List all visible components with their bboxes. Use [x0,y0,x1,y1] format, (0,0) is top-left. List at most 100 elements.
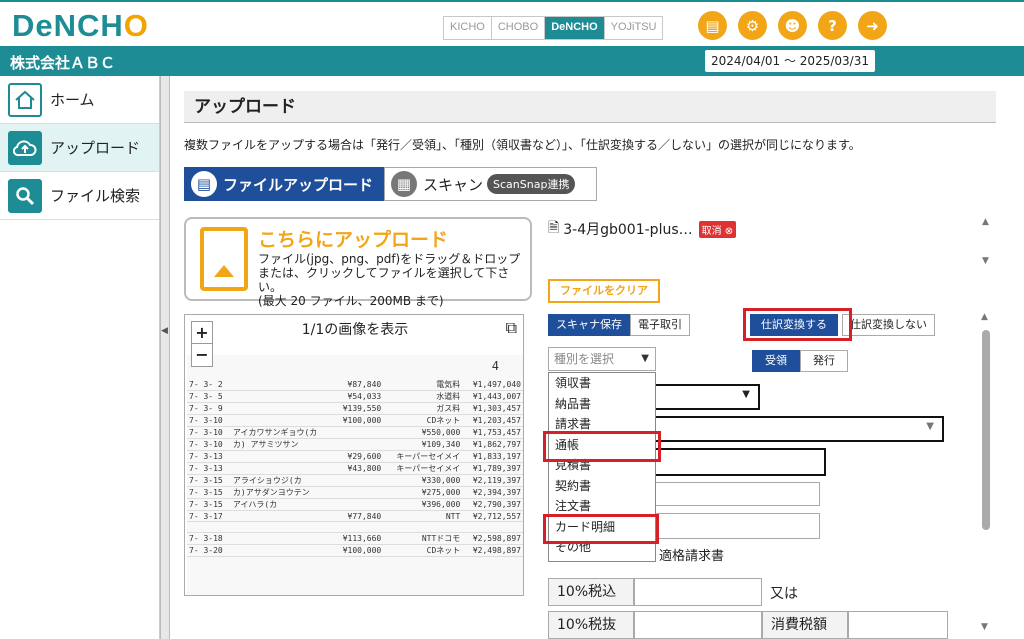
logout-icon[interactable]: ➜ [858,11,887,40]
upload-file-icon [200,227,248,291]
user-settings-icon[interactable]: ☻ [778,11,807,40]
tax-amount-input[interactable] [848,611,948,639]
image-viewer: 1/1の画像を表示 ⧉ 4 7- 3- 2 ¥87,840 電気料 ¥1,497,04… [184,314,524,596]
scan-row: 7- 3-17 ¥77,840 NTT ¥2,712,557 [187,510,523,522]
page-mark: 4 [491,359,499,373]
scan-cell: ¥1,443,007 [462,390,523,403]
type-option[interactable]: 領収書 [549,373,655,394]
page-title: アップロード [184,91,996,123]
dencho-logo[interactable]: DeNCHO [12,8,149,44]
company-name: 株式会社ＡＢＣ [10,54,116,72]
text-field-4[interactable] [654,482,820,506]
scan-cell [383,521,463,533]
gear-icon[interactable]: ⚙ [738,11,767,40]
scan-cell [230,532,334,545]
text-field-3[interactable] [654,448,826,476]
scan-cell [333,498,384,511]
type-option[interactable]: 契約書 [549,476,655,497]
tax-excl-10-input[interactable] [634,611,762,639]
highlight-convert [743,308,852,341]
scan-cell: ¥1,862,797 [462,438,523,451]
scan-cell: ¥54,033 [333,390,384,403]
scroll-down-icon[interactable]: ▼ [981,622,988,632]
scan-cell: キーパーセイメイ [383,450,463,463]
dropdown-field-2[interactable]: ▼ [654,416,944,442]
scan-cell: ¥1,789,397 [462,462,523,475]
dropzone-line: ファイル(jpg、png、pdf)をドラッグ＆ドロップ [258,252,521,266]
top-header: DeNCHO KICHO CHOBO DeNCHO YOJiTSU ▤ ⚙ ☻ … [0,0,1024,46]
scan-cell: ¥2,394,397 [462,486,523,499]
scan-row: 7- 3- 9 ¥139,550 ガス料 ¥1,303,457 [187,402,523,415]
sidebar-item-home[interactable]: ホーム [0,76,159,124]
search-icon [8,178,42,213]
dropzone-title: こちらにアップロード [258,229,449,251]
product-chobo[interactable]: CHOBO [491,17,546,39]
zoom-controls: + − [191,321,213,367]
scan-row: 7- 3-10 ¥100,000 CDネット ¥1,203,457 [187,414,523,427]
document-icon[interactable]: ▤ [698,11,727,40]
dropdown-field-1[interactable]: ▼ [654,384,760,410]
scan-cell: ¥29,600 [333,450,384,463]
ecommerce-button[interactable]: 電子取引 [630,314,690,336]
clear-files-button[interactable]: ファイルをクリア [548,279,660,303]
scan-cell: カ) アサミツサン [230,438,334,451]
home-icon [8,82,42,117]
scan-cell: 7- 3-10 [187,426,231,439]
zoom-in-button[interactable]: + [192,322,212,344]
text-field-5[interactable] [654,513,820,539]
scan-cell [187,521,231,533]
scan-cell: ¥113,660 [333,532,384,545]
scan-cell: 7- 3-10 [187,438,231,451]
scan-cell: 7- 3-17 [187,510,231,522]
scroll-up-icon[interactable]: ▲ [981,312,988,322]
dropzone-line: または、クリックしてファイルを選択して下さい。 [258,266,510,294]
scanner-save-button[interactable]: スキャナ保存 [548,314,630,336]
direction-toggle: 受領 発行 [752,350,848,372]
scan-cell [230,390,334,403]
scan-cell: ¥100,000 [333,414,384,427]
type-select[interactable]: 種別を選択 ▼ [548,347,656,371]
scrollbar-thumb[interactable] [982,330,990,530]
journal-no-convert-button[interactable]: 仕訳変換しない [842,314,935,336]
upload-dropzone[interactable]: こちらにアップロード ファイル(jpg、png、pdf)をドラッグ＆ドロップ ま… [184,217,532,308]
file-list-scroll-up[interactable]: ▲ [982,217,989,227]
product-yojitsu[interactable]: YOJiTSU [604,17,663,39]
issued-button[interactable]: 発行 [800,350,848,372]
popout-icon[interactable]: ⧉ [506,318,517,338]
help-icon[interactable]: ? [818,11,847,40]
scan-row: 7- 3-13 ¥43,800 キーパーセイメイ ¥1,789,397 [187,462,523,475]
chevron-down-icon: ▼ [742,389,750,400]
sidebar-item-file-search[interactable]: ファイル検索 [0,172,159,220]
sidebar-splitter[interactable]: ◀ [160,76,170,639]
tax-incl-10-input[interactable] [634,578,762,606]
scan-cell: 7- 3-15 [187,498,231,511]
received-button[interactable]: 受領 [752,350,800,372]
tab-file-upload[interactable]: ▤ ファイルアップロード [184,167,385,201]
document-icon: 🗎 [548,220,560,236]
tab-scan[interactable]: ▦ スキャン ScanSnap連携 [384,167,598,201]
chevron-down-icon: ▼ [926,421,934,432]
product-dencho[interactable]: DeNCHO [545,17,605,39]
cancel-file-button[interactable]: 取消 ⊗ [698,220,737,238]
scan-cell: ¥87,840 [333,379,384,391]
highlight-passbook [543,431,661,462]
scan-cell: 7- 3- 5 [187,390,231,403]
collapse-arrow-icon[interactable]: ◀ [161,326,168,336]
scan-row: 7- 3-13 ¥29,600 キーパーセイメイ ¥1,833,197 [187,450,523,463]
scan-row: 7- 3-10 カ) アサミツサン ¥109,340 ¥1,862,797 [187,438,523,451]
file-list-scroll-down[interactable]: ▼ [982,256,989,266]
sidebar-item-label: ファイル検索 [50,187,141,205]
scan-cell: CDネット [383,414,463,427]
sidebar-item-upload[interactable]: アップロード [0,124,159,172]
scan-cell: ¥396,000 [383,498,463,511]
cloud-upload-icon [8,130,42,165]
zoom-out-button[interactable]: − [192,344,212,366]
cancel-label: 取消 [701,225,722,237]
type-option[interactable]: 納品書 [549,394,655,415]
scan-cell: NTTドコモ [383,532,463,545]
tab-label: スキャン [423,175,484,194]
sidebar: ホーム アップロード ファイル検索 [0,76,160,639]
form-scrollbar[interactable]: ▲ ▼ [978,312,992,639]
product-kicho[interactable]: KICHO [444,17,492,39]
fiscal-period[interactable]: 2024/04/01 ～ 2025/03/31 [705,50,875,72]
